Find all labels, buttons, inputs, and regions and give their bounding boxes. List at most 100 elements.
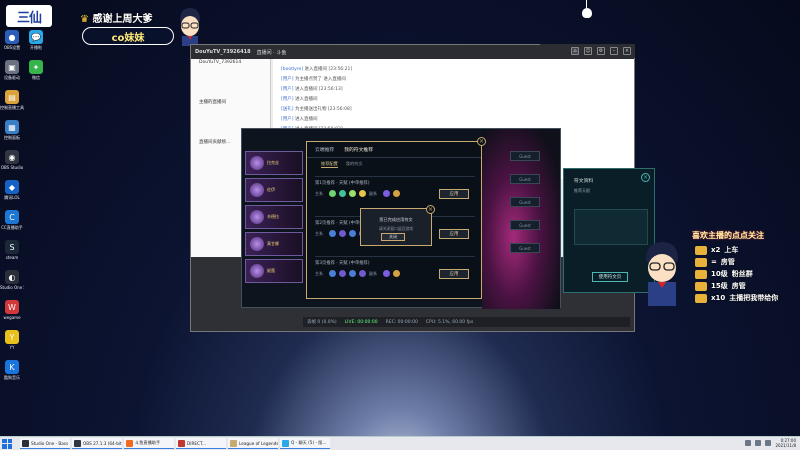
apply-rune-button[interactable]: 应用 [439, 229, 469, 239]
close-icon[interactable]: × [477, 137, 486, 146]
champion-card[interactable]: 辛德拉 [245, 205, 303, 229]
rune-tab[interactable]: 我的符文推荐 [344, 146, 373, 153]
desktop-icon-obs-like[interactable]: ● OBS设置 [0, 30, 24, 59]
close-icon[interactable]: × [426, 205, 435, 214]
desktop-icon-app-2[interactable]: ▣ 设备驱动 [0, 60, 24, 89]
guest-slot[interactable]: Guest [510, 197, 540, 207]
chat-text: 为主播点赞了 进入直播间 [294, 77, 346, 82]
rune-page-title: 第3页推荐 · 天赋 (中单推荐) [315, 261, 370, 266]
app-2-icon: ▣ [5, 60, 19, 74]
desktop-icon-app-7[interactable]: C CC直播助手 [0, 210, 24, 239]
window-subtitle: 直播间 · 斗鱼 [256, 49, 287, 56]
taskbar-app[interactable]: Q - 聊天 (5) - 版... [280, 438, 330, 449]
use-rune-page-button[interactable]: 使用符文页 [592, 272, 628, 282]
top-supporter-name: co妹妹 [82, 27, 174, 45]
app-6-icon: ◆ [5, 180, 19, 194]
audience-row[interactable]: DouYuTV_7392614 [191, 59, 270, 67]
taskbar-app[interactable]: DIRECT... [176, 438, 226, 449]
champion-portrait-icon [250, 264, 264, 278]
rune-subtabs[interactable]: 推荐配置 我的符文 [307, 158, 481, 170]
rune-icon [359, 190, 366, 197]
apply-rune-button[interactable]: 应用 [439, 269, 469, 279]
ime-icon[interactable] [765, 440, 772, 446]
guest-slot[interactable]: Guest [510, 243, 540, 253]
chat-text: 进入直播间 [23:56:13] [294, 87, 343, 92]
close-icon[interactable]: × [623, 47, 631, 55]
audience-row[interactable]: 主播的直播间 [191, 99, 270, 107]
app-icon [74, 439, 81, 447]
desktop-icon-steam[interactable]: Ssteam [0, 240, 24, 269]
reward-text: 房管 [720, 258, 735, 266]
audience-row[interactable] [191, 107, 270, 115]
guest-slot[interactable]: Guest [510, 151, 540, 161]
champion-card[interactable]: 莫甘娜 [245, 232, 303, 256]
audience-row[interactable] [191, 115, 270, 123]
desktop-icon-chat-app[interactable]: 💬 开播啦 [24, 30, 48, 59]
rune-icon [393, 190, 400, 197]
champion-card[interactable]: 佐伊 [245, 178, 303, 202]
rune-subtab[interactable]: 推荐配置 [321, 161, 338, 168]
taskbar: Studio One - Bass OBS 27.1.3 (64-bit) 斗鱼直播… [0, 436, 800, 450]
thanks-banner: ♛ 感谢上周大爹 [80, 10, 152, 25]
desktop-icon-wechat[interactable]: ✦ 微信 [24, 60, 48, 89]
rune-tab[interactable]: 云端推荐 [315, 146, 334, 153]
desktop-icon-obs-studio[interactable]: ◉ OBS Studio [0, 150, 24, 179]
audience-row[interactable] [191, 83, 270, 91]
audience-row[interactable] [191, 75, 270, 83]
desktop-icon-kugou[interactable]: K 酷狗音乐 [0, 360, 24, 389]
popup-close-button[interactable]: 关闭 [381, 233, 405, 241]
app-icon [22, 439, 29, 447]
minimize-icon[interactable]: – [610, 47, 618, 55]
rune-subtab[interactable]: 我的符文 [346, 161, 363, 167]
rune-icon [339, 190, 346, 197]
volume-icon[interactable] [755, 440, 762, 446]
rune-icon [339, 230, 346, 237]
audience-row[interactable] [191, 67, 270, 75]
taskbar-app-label: League of Legends [239, 440, 278, 446]
desktop-icon-folder[interactable]: ▤ 控制直播工具 [0, 90, 24, 119]
taskbar-app[interactable]: League of Legends [228, 438, 278, 449]
rune-icon [349, 230, 356, 237]
follow-title: 喜欢主播的点点关注 [692, 231, 764, 240]
obs-cpu-fps: CPU: 5.1%, 60.00 fps [425, 319, 474, 325]
windows-start-icon[interactable] [2, 438, 12, 449]
chat-message: [用户] 进入直播间 [23:56:13] [281, 85, 630, 95]
settings-icon[interactable]: ⚙ [597, 47, 605, 55]
user-icon[interactable]: ☺ [584, 47, 592, 55]
guest-slot[interactable]: Guest [510, 220, 540, 230]
champion-card[interactable]: 拉克丝 [245, 151, 303, 175]
champion-name: 佐伊 [267, 187, 275, 192]
chat-text: 进入直播间 [294, 97, 318, 102]
champion-card[interactable]: 妮蔻 [245, 259, 303, 283]
apply-rune-button[interactable]: 应用 [439, 189, 469, 199]
popup-title: 您已完成应用符文 [379, 217, 413, 222]
chat-user: [bootlyre] [281, 67, 304, 72]
home-icon[interactable]: ⌂ [571, 47, 579, 55]
guest-slot[interactable]: Guest [510, 174, 540, 184]
desktop-icon-label: Studio One 5 [0, 285, 24, 290]
desktop-icon-wegame[interactable]: Wwegame [0, 300, 24, 329]
desktop-icon-label: steam [5, 255, 19, 260]
taskbar-app[interactable]: Studio One - Bass [20, 438, 70, 449]
panel-subtitle: 推荐天赋 [574, 188, 590, 193]
crown-icon: ♛ [80, 14, 89, 25]
network-icon[interactable] [745, 440, 752, 446]
gift-icon [695, 245, 707, 255]
streamer-logo: 三仙 [6, 5, 52, 27]
desktop-icon-yy[interactable]: Y YY [0, 330, 24, 359]
rune-tabs[interactable]: 云端推荐 我的符文推荐 [307, 142, 481, 158]
audience-row[interactable] [191, 91, 270, 99]
chat-text: 进入直播间 [294, 117, 318, 122]
follow-reward-row: = 房管 [695, 257, 735, 267]
desktop-icon-studio-one[interactable]: ◐ Studio One 5 [0, 270, 24, 299]
studio-one-icon: ◐ [5, 270, 19, 284]
taskbar-app[interactable]: OBS 27.1.3 (64-bit) [72, 438, 122, 449]
desktop-icon-control[interactable]: ▦ 控制面板 [0, 120, 24, 149]
desktop-icon-app-6[interactable]: ◆ 腾讯LOL [0, 180, 24, 209]
taskbar-app[interactable]: 斗鱼直播助手 [124, 438, 174, 449]
close-icon[interactable]: × [641, 173, 650, 182]
rune-icon [329, 230, 336, 237]
system-clock[interactable]: 0:27:00 2021/11/8 [775, 438, 796, 448]
champion-list[interactable]: 拉克丝佐伊辛德拉莫甘娜妮蔻 [245, 151, 303, 286]
desktop-icon-label: OBS Studio [0, 165, 24, 170]
